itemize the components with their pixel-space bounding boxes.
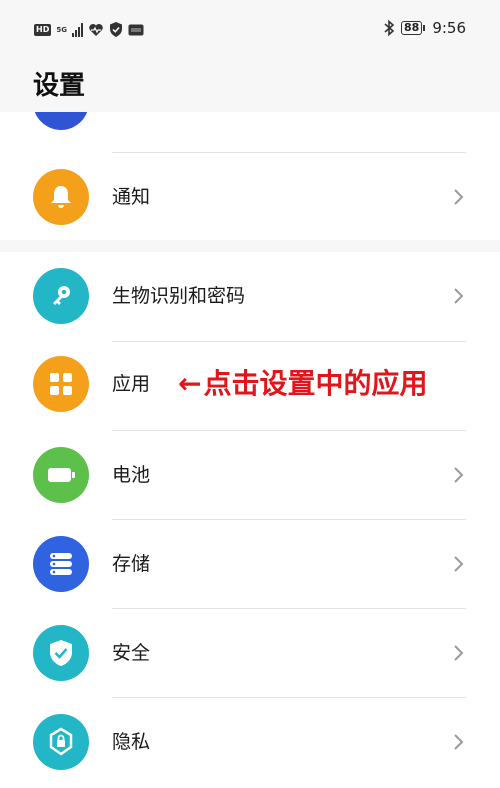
- chevron-right-icon: [454, 556, 464, 572]
- apps-grid-icon: [33, 356, 89, 412]
- shield-icon: [33, 625, 89, 681]
- privacy-lock-icon: [33, 714, 89, 770]
- battery-indicator: 88: [401, 21, 426, 35]
- key-icon: [33, 268, 89, 324]
- settings-card-top: 通知: [0, 112, 500, 240]
- battery-icon: [33, 447, 89, 503]
- storage-icon: [33, 536, 89, 592]
- shield-status-icon: [109, 22, 122, 37]
- chevron-right-icon: [454, 189, 464, 205]
- menu-item-label: 应用: [112, 373, 151, 395]
- status-left: HD 5G: [34, 22, 144, 37]
- tutorial-annotation: ← 点击设置中的应用: [178, 367, 427, 401]
- health-icon: [89, 23, 103, 36]
- menu-item-label: 安全: [112, 642, 151, 664]
- menu-item-security[interactable]: 安全: [0, 609, 500, 697]
- chevron-right-icon: [454, 288, 464, 304]
- nfc-icon: [128, 24, 144, 35]
- chevron-right-icon: [454, 734, 464, 750]
- menu-item-battery[interactable]: 电池: [0, 431, 500, 519]
- menu-item-label: 通知: [112, 186, 151, 208]
- annotation-text: 点击设置中的应用: [203, 367, 428, 400]
- network-type: 5G: [56, 25, 67, 34]
- page-title: 设置: [33, 71, 86, 101]
- chevron-right-icon: [454, 645, 464, 661]
- menu-item-notifications[interactable]: 通知: [0, 153, 500, 241]
- menu-item-label: 隐私: [112, 731, 151, 753]
- bell-icon: [33, 169, 89, 225]
- menu-item-biometrics[interactable]: 生物识别和密码: [0, 252, 500, 340]
- status-bar: HD 5G 88 9:56: [0, 0, 500, 60]
- signal-icon: [71, 22, 83, 37]
- menu-item-label: 存储: [112, 553, 151, 575]
- menu-item-label: 电池: [112, 464, 151, 486]
- status-right: 88 9:56: [383, 19, 466, 37]
- annotation-arrow-icon: ←: [178, 367, 202, 400]
- clock: 9:56: [432, 19, 466, 37]
- chevron-right-icon: [454, 467, 464, 483]
- settings-card-main: 生物识别和密码 应用 电池 存储 安全 隐私: [0, 252, 500, 788]
- menu-item-privacy[interactable]: 隐私: [0, 698, 500, 786]
- menu-item-storage[interactable]: 存储: [0, 520, 500, 608]
- menu-item-label: 生物识别和密码: [112, 285, 246, 307]
- bluetooth-icon: [384, 19, 395, 37]
- hd-badge: HD: [34, 23, 52, 36]
